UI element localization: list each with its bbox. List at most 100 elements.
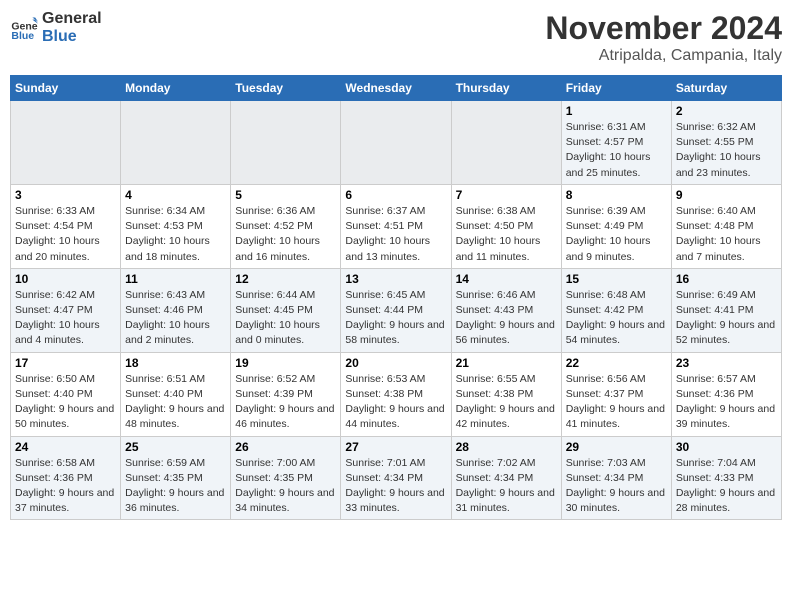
day-info: Sunrise: 6:48 AM Sunset: 4:42 PM Dayligh… xyxy=(566,288,667,349)
day-number: 30 xyxy=(676,440,777,454)
title-block: November 2024 Atripalda, Campania, Italy xyxy=(545,10,782,65)
day-info: Sunrise: 6:46 AM Sunset: 4:43 PM Dayligh… xyxy=(456,288,557,349)
calendar-cell: 26 Sunrise: 7:00 AM Sunset: 4:35 PM Dayli… xyxy=(231,436,341,520)
calendar-cell: 6 Sunrise: 6:37 AM Sunset: 4:51 PM Daylig… xyxy=(341,184,451,268)
logo-text: General Blue xyxy=(42,10,102,45)
day-info: Sunrise: 6:33 AM Sunset: 4:54 PM Dayligh… xyxy=(15,204,116,265)
calendar-cell xyxy=(231,101,341,185)
calendar-week-row: 3Sunrise: 6:33 AM Sunset: 4:54 PM Daylig… xyxy=(11,184,782,268)
calendar-cell: 24Sunrise: 6:58 AM Sunset: 4:36 PM Dayli… xyxy=(11,436,121,520)
day-number: 14 xyxy=(456,272,557,286)
day-info: Sunrise: 7:02 AM Sunset: 4:34 PM Dayligh… xyxy=(456,456,557,517)
day-info: Sunrise: 6:40 AM Sunset: 4:48 PM Dayligh… xyxy=(676,204,777,265)
calendar-cell: 4Sunrise: 6:34 AM Sunset: 4:53 PM Daylig… xyxy=(121,184,231,268)
weekday-header-thursday: Thursday xyxy=(451,76,561,101)
day-info: Sunrise: 6:59 AM Sunset: 4:35 PM Dayligh… xyxy=(125,456,226,517)
calendar-cell: 1Sunrise: 6:31 AM Sunset: 4:57 PM Daylig… xyxy=(561,101,671,185)
calendar-cell: 22 Sunrise: 6:56 AM Sunset: 4:37 PM Dayli… xyxy=(561,352,671,436)
day-number: 16 xyxy=(676,272,777,286)
location-title: Atripalda, Campania, Italy xyxy=(545,47,782,65)
day-number: 21 xyxy=(456,356,557,370)
logo-blue-text: Blue xyxy=(42,28,102,46)
day-info: Sunrise: 6:56 AM Sunset: 4:37 PM Dayligh… xyxy=(566,372,667,433)
calendar-cell: 2Sunrise: 6:32 AM Sunset: 4:55 PM Daylig… xyxy=(671,101,781,185)
day-info: Sunrise: 7:03 AM Sunset: 4:34 PM Dayligh… xyxy=(566,456,667,517)
calendar-cell: 15 Sunrise: 6:48 AM Sunset: 4:42 PM Dayli… xyxy=(561,268,671,352)
day-number: 8 xyxy=(566,188,667,202)
calendar-cell: 7Sunrise: 6:38 AM Sunset: 4:50 PM Daylig… xyxy=(451,184,561,268)
calendar-week-row: 17 Sunrise: 6:50 AM Sunset: 4:40 PM Dayli… xyxy=(11,352,782,436)
calendar-week-row: 10 Sunrise: 6:42 AM Sunset: 4:47 PM Dayli… xyxy=(11,268,782,352)
calendar-cell: 8 Sunrise: 6:39 AM Sunset: 4:49 PM Daylig… xyxy=(561,184,671,268)
calendar-cell: 21Sunrise: 6:55 AM Sunset: 4:38 PM Dayli… xyxy=(451,352,561,436)
weekday-header-row: SundayMondayTuesdayWednesdayThursdayFrid… xyxy=(11,76,782,101)
calendar-table: SundayMondayTuesdayWednesdayThursdayFrid… xyxy=(10,75,782,520)
month-title: November 2024 xyxy=(545,10,782,47)
calendar-cell: 9 Sunrise: 6:40 AM Sunset: 4:48 PM Daylig… xyxy=(671,184,781,268)
calendar-cell: 16 Sunrise: 6:49 AM Sunset: 4:41 PM Dayli… xyxy=(671,268,781,352)
calendar-cell: 18Sunrise: 6:51 AM Sunset: 4:40 PM Dayli… xyxy=(121,352,231,436)
logo: General Blue General Blue xyxy=(10,10,102,45)
weekday-header-saturday: Saturday xyxy=(671,76,781,101)
calendar-cell: 23Sunrise: 6:57 AM Sunset: 4:36 PM Dayli… xyxy=(671,352,781,436)
day-info: Sunrise: 6:53 AM Sunset: 4:38 PM Dayligh… xyxy=(345,372,446,433)
day-info: Sunrise: 6:50 AM Sunset: 4:40 PM Dayligh… xyxy=(15,372,116,433)
calendar-cell: 14 Sunrise: 6:46 AM Sunset: 4:43 PM Dayli… xyxy=(451,268,561,352)
calendar-cell: 13 Sunrise: 6:45 AM Sunset: 4:44 PM Dayli… xyxy=(341,268,451,352)
day-info: Sunrise: 7:04 AM Sunset: 4:33 PM Dayligh… xyxy=(676,456,777,517)
day-info: Sunrise: 6:58 AM Sunset: 4:36 PM Dayligh… xyxy=(15,456,116,517)
day-number: 25 xyxy=(125,440,226,454)
page-header: General Blue General Blue November 2024 … xyxy=(10,10,782,65)
day-number: 15 xyxy=(566,272,667,286)
day-number: 6 xyxy=(345,188,446,202)
day-info: Sunrise: 6:44 AM Sunset: 4:45 PM Dayligh… xyxy=(235,288,336,349)
calendar-cell: 30 Sunrise: 7:04 AM Sunset: 4:33 PM Dayli… xyxy=(671,436,781,520)
calendar-cell: 17 Sunrise: 6:50 AM Sunset: 4:40 PM Dayli… xyxy=(11,352,121,436)
weekday-header-wednesday: Wednesday xyxy=(341,76,451,101)
calendar-cell xyxy=(121,101,231,185)
calendar-cell: 28 Sunrise: 7:02 AM Sunset: 4:34 PM Dayli… xyxy=(451,436,561,520)
calendar-cell xyxy=(11,101,121,185)
svg-text:Blue: Blue xyxy=(11,30,34,42)
day-info: Sunrise: 6:49 AM Sunset: 4:41 PM Dayligh… xyxy=(676,288,777,349)
calendar-cell: 10 Sunrise: 6:42 AM Sunset: 4:47 PM Dayli… xyxy=(11,268,121,352)
day-info: Sunrise: 6:42 AM Sunset: 4:47 PM Dayligh… xyxy=(15,288,116,349)
day-number: 27 xyxy=(345,440,446,454)
weekday-header-monday: Monday xyxy=(121,76,231,101)
day-info: Sunrise: 6:51 AM Sunset: 4:40 PM Dayligh… xyxy=(125,372,226,433)
day-info: Sunrise: 6:45 AM Sunset: 4:44 PM Dayligh… xyxy=(345,288,446,349)
day-info: Sunrise: 6:34 AM Sunset: 4:53 PM Dayligh… xyxy=(125,204,226,265)
calendar-week-row: 1Sunrise: 6:31 AM Sunset: 4:57 PM Daylig… xyxy=(11,101,782,185)
calendar-cell xyxy=(451,101,561,185)
day-info: Sunrise: 6:39 AM Sunset: 4:49 PM Dayligh… xyxy=(566,204,667,265)
day-number: 28 xyxy=(456,440,557,454)
day-info: Sunrise: 6:37 AM Sunset: 4:51 PM Dayligh… xyxy=(345,204,446,265)
calendar-cell: 12Sunrise: 6:44 AM Sunset: 4:45 PM Dayli… xyxy=(231,268,341,352)
weekday-header-tuesday: Tuesday xyxy=(231,76,341,101)
weekday-header-sunday: Sunday xyxy=(11,76,121,101)
day-number: 17 xyxy=(15,356,116,370)
day-info: Sunrise: 6:57 AM Sunset: 4:36 PM Dayligh… xyxy=(676,372,777,433)
day-number: 26 xyxy=(235,440,336,454)
day-info: Sunrise: 6:32 AM Sunset: 4:55 PM Dayligh… xyxy=(676,120,777,181)
day-number: 9 xyxy=(676,188,777,202)
day-info: Sunrise: 7:01 AM Sunset: 4:34 PM Dayligh… xyxy=(345,456,446,517)
calendar-cell xyxy=(341,101,451,185)
day-info: Sunrise: 6:36 AM Sunset: 4:52 PM Dayligh… xyxy=(235,204,336,265)
day-number: 13 xyxy=(345,272,446,286)
day-number: 20 xyxy=(345,356,446,370)
day-info: Sunrise: 7:00 AM Sunset: 4:35 PM Dayligh… xyxy=(235,456,336,517)
weekday-header-friday: Friday xyxy=(561,76,671,101)
calendar-cell: 29Sunrise: 7:03 AM Sunset: 4:34 PM Dayli… xyxy=(561,436,671,520)
calendar-cell: 3Sunrise: 6:33 AM Sunset: 4:54 PM Daylig… xyxy=(11,184,121,268)
logo-icon: General Blue xyxy=(10,14,38,42)
day-info: Sunrise: 6:31 AM Sunset: 4:57 PM Dayligh… xyxy=(566,120,667,181)
day-number: 5 xyxy=(235,188,336,202)
calendar-cell: 11Sunrise: 6:43 AM Sunset: 4:46 PM Dayli… xyxy=(121,268,231,352)
calendar-cell: 19Sunrise: 6:52 AM Sunset: 4:39 PM Dayli… xyxy=(231,352,341,436)
day-number: 10 xyxy=(15,272,116,286)
day-info: Sunrise: 6:38 AM Sunset: 4:50 PM Dayligh… xyxy=(456,204,557,265)
day-number: 22 xyxy=(566,356,667,370)
calendar-cell: 20 Sunrise: 6:53 AM Sunset: 4:38 PM Dayli… xyxy=(341,352,451,436)
calendar-cell: 5 Sunrise: 6:36 AM Sunset: 4:52 PM Daylig… xyxy=(231,184,341,268)
